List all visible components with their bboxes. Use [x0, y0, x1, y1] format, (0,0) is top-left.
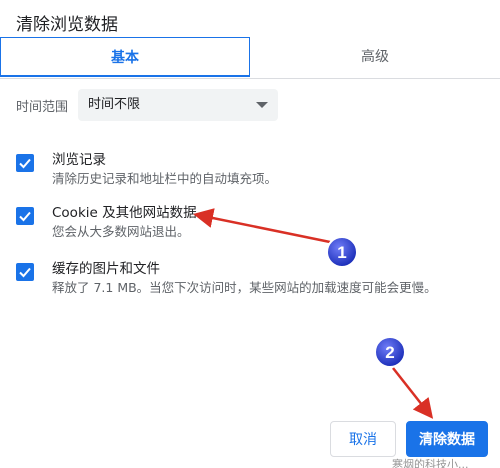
clear-data-button[interactable]: 清除数据	[406, 421, 488, 457]
time-range-value: 时间不限	[88, 97, 141, 112]
watermark: 寒烟的科技小...	[392, 458, 469, 468]
annotation-arrow-2	[392, 367, 434, 419]
option-cached-files: 缓存的图片和文件 释放了 7.1 MB。当您下次访问时，某些网站的加载速度可能会…	[0, 257, 500, 301]
checkmark-icon	[19, 267, 31, 278]
checkbox-cookies[interactable]	[16, 207, 34, 225]
annotation-marker-2: 2	[374, 336, 406, 368]
dialog-title: 清除浏览数据	[16, 15, 118, 35]
option-title: Cookie 及其他网站数据	[52, 205, 197, 221]
tab-basic[interactable]: 基本	[0, 37, 250, 77]
dropdown-caret-icon	[256, 102, 268, 108]
option-desc: 您会从大多数网站退出。	[52, 224, 190, 239]
tab-advanced[interactable]: 高级	[250, 37, 500, 77]
option-desc: 清除历史记录和地址栏中的自动填充项。	[52, 171, 278, 186]
annotation-marker-2-label: 2	[385, 343, 394, 362]
checkmark-icon	[19, 158, 31, 169]
checkbox-browsing-history[interactable]	[16, 154, 34, 172]
time-range-label: 时间范围	[16, 100, 69, 115]
time-range-select[interactable]: 时间不限	[78, 89, 278, 121]
option-title: 浏览记录	[52, 152, 106, 168]
cancel-button[interactable]: 取消	[330, 421, 396, 457]
checkmark-icon	[19, 211, 31, 222]
option-cookies: Cookie 及其他网站数据 您会从大多数网站退出。	[0, 201, 500, 245]
tab-bar: 基本 高级	[0, 37, 500, 79]
checkbox-cached-files[interactable]	[16, 263, 34, 281]
option-desc: 释放了 7.1 MB。当您下次访问时，某些网站的加载速度可能会更慢。	[52, 280, 437, 295]
option-browsing-history: 浏览记录 清除历史记录和地址栏中的自动填充项。	[0, 148, 500, 192]
option-title: 缓存的图片和文件	[52, 261, 160, 277]
